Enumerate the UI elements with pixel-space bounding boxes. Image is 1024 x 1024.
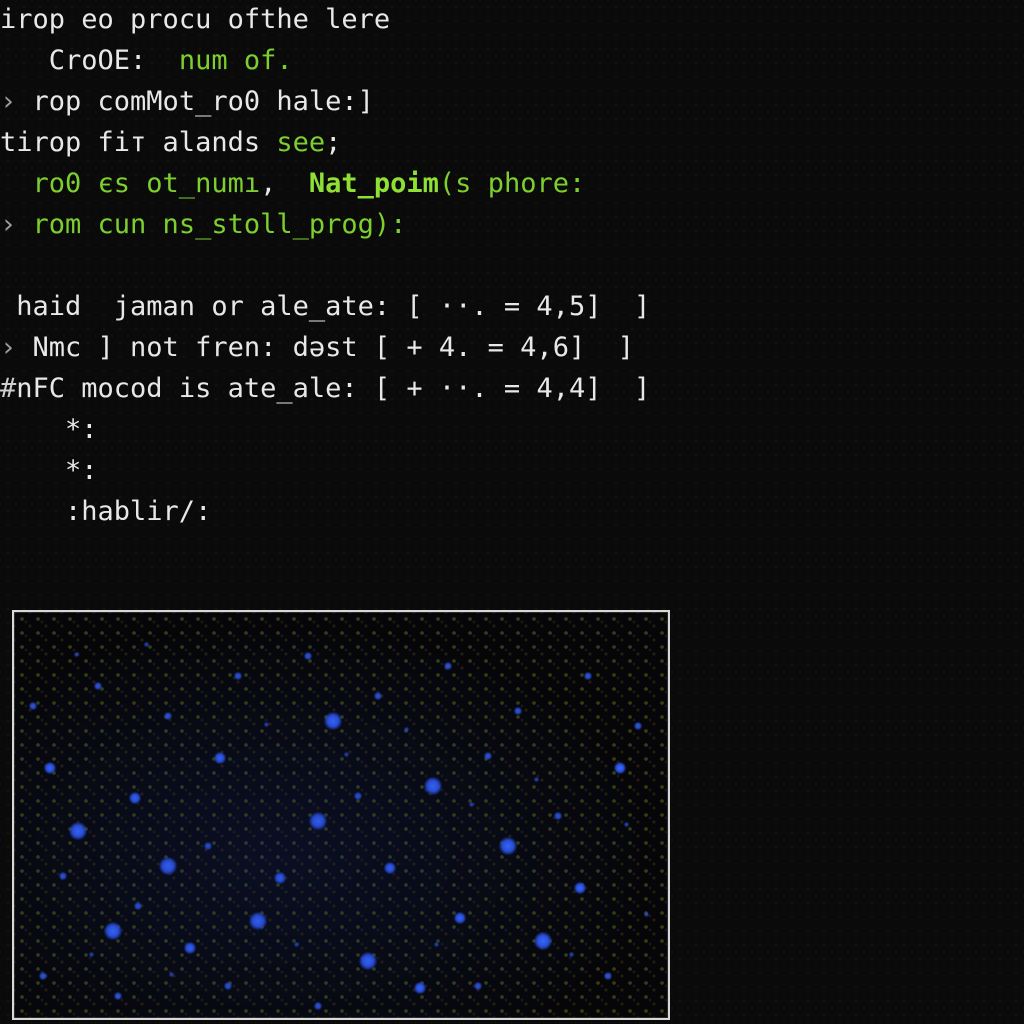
terminal-line: › Nmc ] not fren: dəst [ + 4. = 4,6] ] <box>0 328 1024 369</box>
scatter-point <box>584 672 592 680</box>
scatter-point <box>434 942 439 947</box>
terminal-line: haid jaman or ale_ate: [ ··. = 4,5] ] <box>0 287 1024 328</box>
terminal-segment: tirop fiт alands <box>0 127 276 158</box>
scatter-point <box>484 752 492 760</box>
scatter-point <box>164 712 172 720</box>
scatter-point <box>384 862 396 874</box>
terminal-line: › rop comMot_ro0 hale:] <box>0 82 1024 123</box>
terminal-segment: *: <box>0 414 98 445</box>
terminal-segment: cu <box>179 4 228 35</box>
scatter-point <box>359 952 377 970</box>
scatter-point <box>344 752 349 757</box>
terminal-segment: irop eo pro <box>0 4 179 35</box>
scatter-point <box>604 972 612 980</box>
terminal-line: CroOE: num of. <box>0 41 1024 82</box>
scatter-point <box>534 932 552 950</box>
scatter-point <box>134 902 142 910</box>
scatter-point <box>454 912 466 924</box>
terminal-line: *: <box>0 451 1024 492</box>
scatter-point <box>314 1002 322 1010</box>
terminal-line <box>0 246 1024 287</box>
terminal-output[interactable]: irop eo procu ofthe lere CroOE: num of.›… <box>0 0 1024 533</box>
scatter-point <box>59 872 67 880</box>
scatter-point <box>114 992 122 1000</box>
scatter-point <box>94 682 102 690</box>
terminal-segment: , <box>260 168 309 199</box>
scatter-point <box>169 972 174 977</box>
terminal-line: :hablir/: <box>0 492 1024 533</box>
terminal-segment: :hablir/: <box>0 496 211 527</box>
scatter-point <box>294 942 299 947</box>
terminal-segment: haid jaman or ale_ate: [ ··. = 4,5] ] <box>0 291 650 322</box>
scatter-point <box>129 792 141 804</box>
terminal-line: tirop fiт alands see; <box>0 123 1024 164</box>
scatter-point <box>499 837 517 855</box>
scatter-point <box>634 722 642 730</box>
terminal-segment: › <box>0 209 33 240</box>
terminal-line: › rom cun ns_stoll_prog): <box>0 205 1024 246</box>
terminal-segment: rom cun ns_stoll_prog <box>33 209 374 240</box>
scatter-point <box>159 857 177 875</box>
terminal-segment: rop comMot_ro0 hale:] <box>33 86 374 117</box>
scatter-point <box>324 712 342 730</box>
scatter-point <box>204 842 212 850</box>
terminal-segment: ): <box>374 209 407 240</box>
scatter-point <box>444 662 452 670</box>
visualization-panel <box>12 610 670 1020</box>
scatter-point <box>224 982 232 990</box>
scatter-point <box>214 752 226 764</box>
scatter-point <box>474 982 482 990</box>
scatter-point <box>184 942 196 954</box>
terminal-line: *: <box>0 410 1024 451</box>
scatter-point <box>44 762 56 774</box>
scatter-point <box>624 822 629 827</box>
scatter-point <box>374 692 382 700</box>
scatter-point <box>29 702 37 710</box>
scatter-point <box>309 812 327 830</box>
scatter-point <box>534 777 539 782</box>
terminal-segment: › <box>0 332 33 363</box>
terminal-line: irop eo procu ofthe lere <box>0 0 1024 41</box>
scatter-point <box>249 912 267 930</box>
terminal-segment: ofthe lere <box>228 4 391 35</box>
scatter-point <box>264 722 269 727</box>
scatter-point <box>89 952 94 957</box>
scatter-point <box>104 922 122 940</box>
scatter-point <box>404 727 409 732</box>
terminal-segment: CroOE: <box>0 45 179 76</box>
terminal-segment: (s phore: <box>439 168 585 199</box>
scatter-point <box>274 872 286 884</box>
terminal-line: #nFC mocod is ate_ale: [ + ··. = 4,4] ] <box>0 369 1024 410</box>
scatter-point <box>424 777 442 795</box>
scatter-point <box>74 652 79 657</box>
scatter-point <box>414 982 426 994</box>
terminal-segment <box>0 250 16 281</box>
panel-scatter-layer <box>14 612 668 1018</box>
terminal-segment: *: <box>0 455 98 486</box>
terminal-segment: ro0 єs ot_numı <box>0 168 260 199</box>
terminal-segment: see <box>276 127 325 158</box>
scatter-point <box>69 822 87 840</box>
terminal-segment: num of. <box>179 45 293 76</box>
terminal-segment: nFC mocod is ate_ale: [ + ··. = 4,4] ] <box>16 373 650 404</box>
scatter-point <box>304 652 312 660</box>
scatter-point <box>554 812 562 820</box>
scatter-point <box>354 792 362 800</box>
scatter-point <box>644 912 649 917</box>
scatter-point <box>574 882 586 894</box>
terminal-segment: ; <box>325 127 341 158</box>
scatter-point <box>39 972 47 980</box>
scatter-point <box>569 952 574 957</box>
scatter-point <box>614 762 626 774</box>
terminal-segment: # <box>0 373 16 404</box>
terminal-segment: Nmc ] not fren: dəst [ + 4. = 4,6] ] <box>33 332 634 363</box>
scatter-point <box>234 672 242 680</box>
scatter-point <box>514 707 522 715</box>
terminal-segment: Nat_poim <box>309 168 439 199</box>
terminal-segment: › <box>0 86 33 117</box>
scatter-point <box>469 802 474 807</box>
scatter-point <box>144 642 149 647</box>
terminal-line: ro0 єs ot_numı, Nat_poim(s phore: <box>0 164 1024 205</box>
